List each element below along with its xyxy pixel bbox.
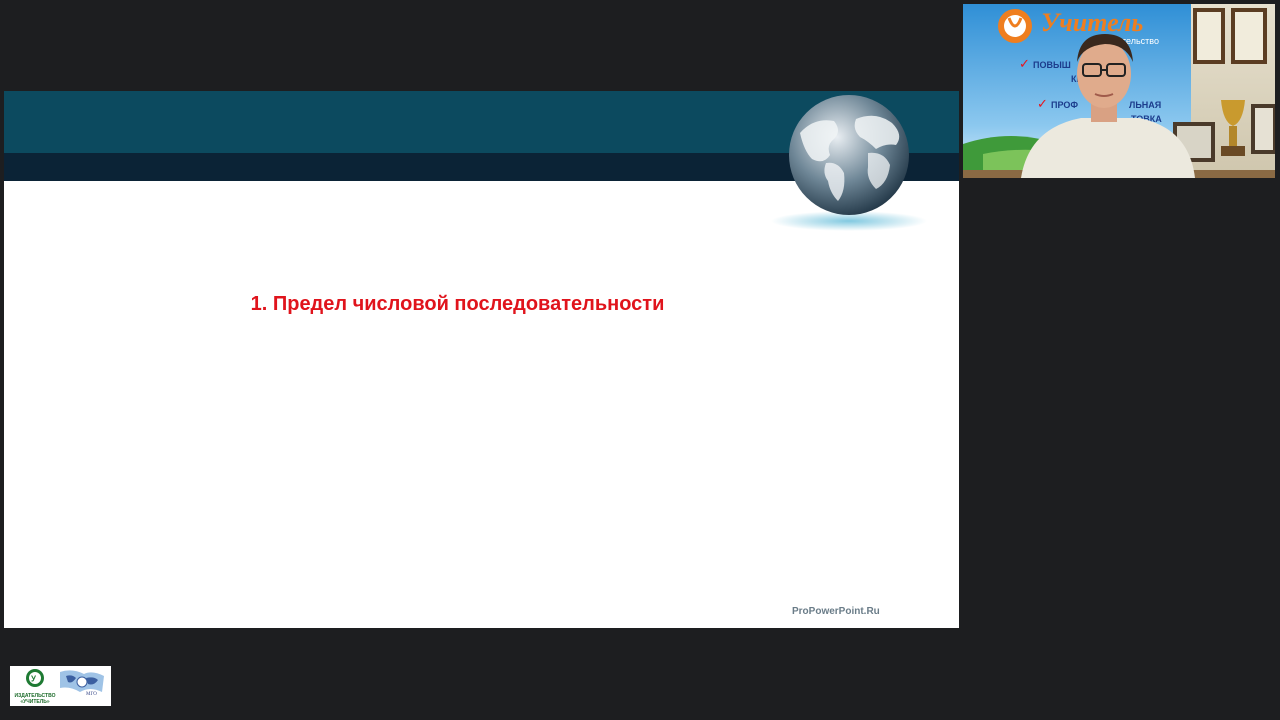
globe-icon xyxy=(771,95,927,231)
slide-title: 1. Предел числовой последовательности xyxy=(4,293,959,316)
webcam-banner-text: Учитель xyxy=(1041,8,1143,37)
presentation-slide: 1. Предел числовой последовательности Pr… xyxy=(4,91,959,628)
mgo-logo-text: МГО xyxy=(86,692,97,697)
svg-text:ПОВЫШ: ПОВЫШ xyxy=(1033,60,1071,70)
svg-text:ЛЬНАЯ: ЛЬНАЯ xyxy=(1129,100,1161,110)
slide-title-text: 1. Предел числовой последовательности xyxy=(250,293,665,315)
svg-text:✓: ✓ xyxy=(1037,96,1048,111)
webcam-video: Учитель издательство ✓ ПОВЫШ КВА ✓ ПРОФ … xyxy=(963,4,1275,178)
publisher-logo: У ИЗДАТЕЛЬСТВО «УЧИТЕЛЬ» МГО xyxy=(10,666,111,706)
svg-text:ПРОФ: ПРОФ xyxy=(1051,100,1078,110)
webcam-scene-image: Учитель издательство ✓ ПОВЫШ КВА ✓ ПРОФ … xyxy=(963,4,1275,178)
publisher-logo-text: ИЗДАТЕЛЬСТВО «УЧИТЕЛЬ» xyxy=(14,693,56,705)
svg-text:✓: ✓ xyxy=(1019,56,1030,71)
slide-footer-credit: ProPowerPoint.Ru xyxy=(792,606,880,617)
